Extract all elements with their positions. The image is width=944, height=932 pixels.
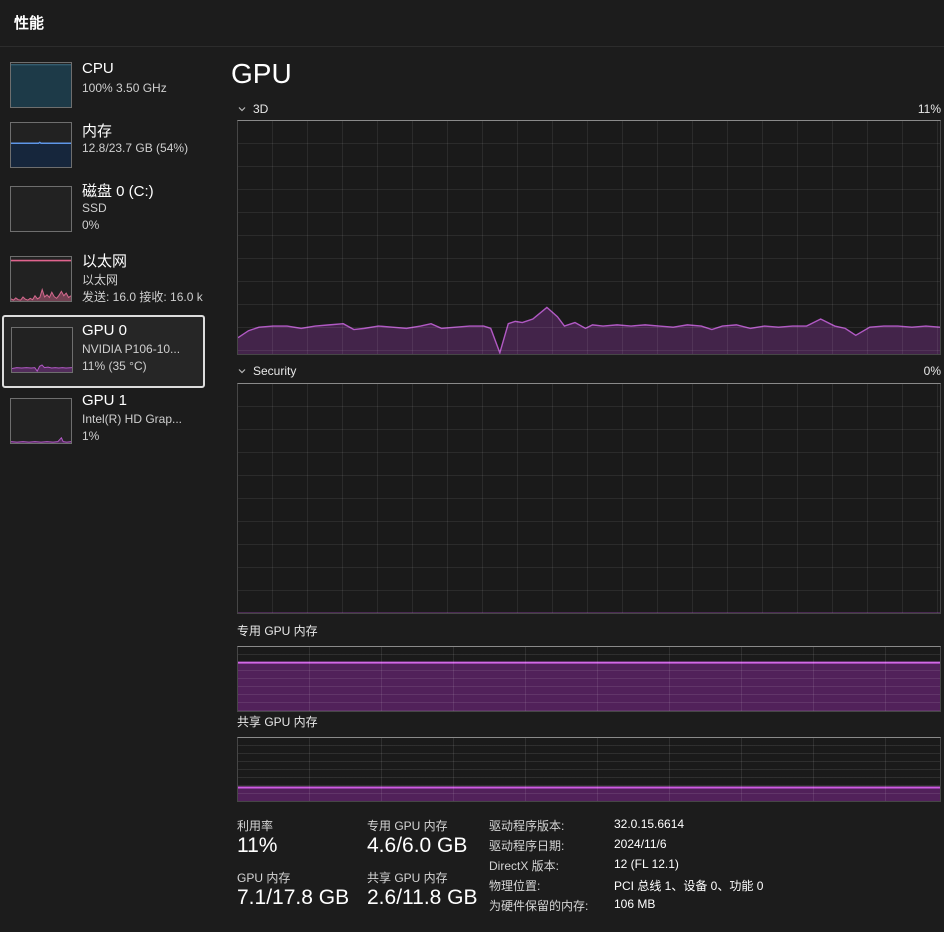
section-security-percent: 0% bbox=[924, 364, 941, 378]
sidebar-item-title: GPU 1 bbox=[82, 392, 127, 409]
section-3d-toggle[interactable]: 3D bbox=[237, 102, 268, 116]
gpu-security-utilization-chart bbox=[237, 383, 941, 614]
sidebar-item-subtitle: SSD bbox=[82, 201, 107, 215]
utilization-stat-value: 11% bbox=[237, 834, 277, 858]
section-3d-label: 3D bbox=[253, 102, 268, 116]
gpu-memory-stat-label: GPU 内存 bbox=[237, 869, 290, 886]
section-header-security: Security 0% bbox=[237, 364, 941, 380]
dedicated-memory-stat-value: 4.6/6.0 GB bbox=[367, 834, 467, 858]
driver-date-value: 2024/11/6 bbox=[614, 837, 667, 851]
section-header-3d: 3D 11% bbox=[237, 102, 941, 118]
shared-memory-stat-label: 共享 GPU 内存 bbox=[367, 869, 448, 886]
driver-version-value: 32.0.15.6614 bbox=[614, 817, 684, 831]
sidebar-item-subtitle2: 0% bbox=[82, 218, 99, 232]
dedicated-memory-stat-label: 专用 GPU 内存 bbox=[367, 817, 448, 834]
sidebar-item-subtitle: 100% 3.50 GHz bbox=[82, 81, 167, 95]
sidebar-item-title: GPU 0 bbox=[82, 322, 127, 339]
sidebar-item-subtitle2: 发送: 16.0 接收: 16.0 k bbox=[82, 288, 203, 305]
section-security-label: Security bbox=[253, 364, 296, 378]
driver-date-label: 驱动程序日期: bbox=[489, 837, 611, 854]
shared-memory-stat-value: 2.6/11.8 GB bbox=[367, 886, 478, 910]
physical-location-label: 物理位置: bbox=[489, 877, 611, 894]
shared-gpu-memory-label: 共享 GPU 内存 bbox=[237, 713, 318, 730]
sidebar-item-title: 以太网 bbox=[82, 250, 127, 271]
dedicated-gpu-memory-label: 专用 GPU 内存 bbox=[237, 622, 318, 639]
disk-mini-chart bbox=[10, 186, 72, 232]
sidebar-item-subtitle2: 1% bbox=[82, 429, 99, 443]
sidebar-item-title: CPU bbox=[82, 60, 114, 77]
sidebar-item-subtitle2: 11% (35 °C) bbox=[82, 359, 147, 373]
gpu-page-title: GPU bbox=[231, 58, 292, 90]
task-manager-performance-page: 性能 CPU 100% 3.50 GHz 内存 12.8/23.7 GB (54… bbox=[0, 0, 944, 932]
gpu0-mini-chart bbox=[11, 327, 73, 373]
ethernet-mini-chart bbox=[10, 256, 72, 302]
chevron-down-icon bbox=[237, 366, 247, 376]
sidebar-item-title: 内存 bbox=[82, 120, 112, 141]
directx-version-label: DirectX 版本: bbox=[489, 857, 611, 874]
shared-gpu-memory-chart bbox=[237, 737, 941, 802]
sidebar-item-title: 磁盘 0 (C:) bbox=[82, 180, 154, 201]
section-security-toggle[interactable]: Security bbox=[237, 364, 296, 378]
sidebar-item-subtitle: 以太网 bbox=[82, 271, 118, 288]
driver-version-label: 驱动程序版本: bbox=[489, 817, 611, 834]
sidebar-item-subtitle: NVIDIA P106-10... bbox=[82, 342, 180, 356]
gpu1-mini-chart bbox=[10, 398, 72, 444]
memory-mini-chart bbox=[10, 122, 72, 168]
hardware-reserved-memory-label: 为硬件保留的内存: bbox=[489, 897, 611, 914]
chevron-down-icon bbox=[237, 104, 247, 114]
dedicated-gpu-memory-chart bbox=[237, 646, 941, 712]
gpu-3d-utilization-chart bbox=[237, 120, 941, 355]
hardware-reserved-memory-value: 106 MB bbox=[614, 897, 655, 911]
sidebar-item-subtitle: 12.8/23.7 GB (54%) bbox=[82, 141, 188, 155]
physical-location-value: PCI 总线 1、设备 0、功能 0 bbox=[614, 877, 763, 894]
section-3d-percent: 11% bbox=[918, 102, 941, 116]
utilization-stat-label: 利用率 bbox=[237, 817, 273, 834]
sidebar-item-subtitle: Intel(R) HD Grap... bbox=[82, 412, 182, 426]
page-title: 性能 bbox=[14, 12, 44, 33]
cpu-mini-chart bbox=[10, 62, 72, 108]
header-divider bbox=[0, 46, 944, 47]
gpu-memory-stat-value: 7.1/17.8 GB bbox=[237, 886, 349, 910]
directx-version-value: 12 (FL 12.1) bbox=[614, 857, 679, 871]
